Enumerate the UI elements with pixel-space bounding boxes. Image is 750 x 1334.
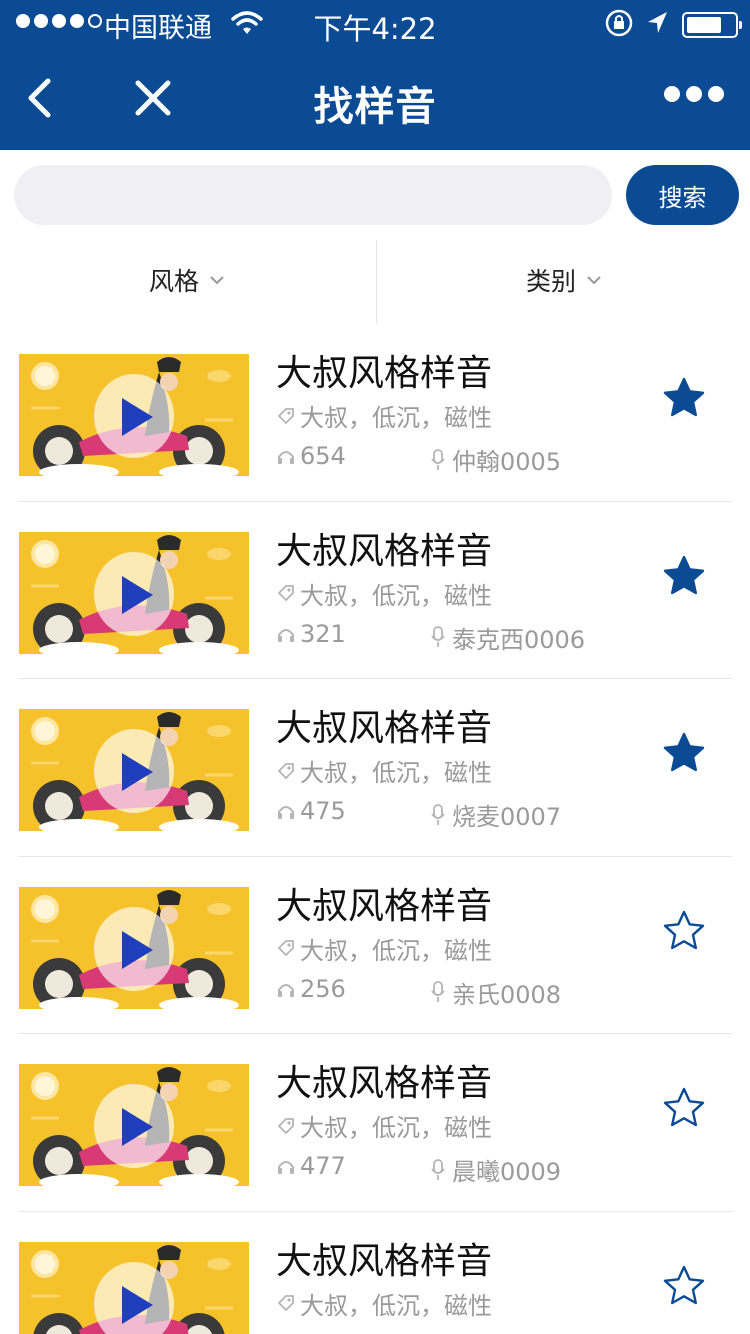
search-input[interactable]	[14, 165, 612, 225]
headphones-icon	[278, 451, 294, 464]
play-count: 256	[276, 975, 346, 1003]
sample-tags: 大叔，低沉，磁性	[276, 931, 492, 966]
sample-author: 仲翰0005	[430, 442, 561, 477]
list-item[interactable]: 大叔风格样音 大叔，低沉，磁性 256 亲氏0008	[0, 857, 750, 1034]
list-item[interactable]: 大叔风格样音 大叔，低沉，磁性 321 泰克西0006	[0, 502, 750, 679]
sample-author-name: 仲翰0005	[452, 448, 562, 476]
sample-title: 大叔风格样音	[276, 1240, 493, 1282]
tag-icon	[277, 762, 294, 779]
sample-list: 大叔风格样音 大叔，低沉，磁性 654 仲翰0005 大叔风格样音 大叔，低沉，…	[0, 324, 750, 1334]
style-filter-dropdown[interactable]: 风格	[149, 262, 225, 298]
uncle-motorcycle-illustration	[19, 701, 249, 831]
sample-author: 亲氏0008	[430, 975, 561, 1010]
microphone-icon	[431, 981, 445, 1002]
uncle-motorcycle-illustration	[19, 1056, 249, 1186]
sample-tags-text: 大叔，低沉，磁性	[300, 759, 492, 787]
play-count-value: 475	[300, 797, 346, 825]
more-options-icon[interactable]	[664, 86, 724, 102]
sample-tags: 大叔，低沉，磁性	[276, 1286, 492, 1321]
microphone-icon	[431, 626, 445, 647]
sample-tags-text: 大叔，低沉，磁性	[300, 404, 492, 432]
page-title: 找样音	[313, 84, 437, 130]
play-count: 321	[276, 620, 346, 648]
sample-thumbnail[interactable]	[19, 1233, 249, 1334]
status-time: 下午4:22	[313, 12, 437, 46]
play-count: 477	[276, 1152, 346, 1180]
chevron-down-icon	[210, 276, 224, 285]
sample-tags: 大叔，低沉，磁性	[276, 753, 492, 788]
sample-author: 晨曦0009	[430, 1152, 561, 1187]
location-arrow-icon	[648, 12, 667, 33]
sample-tags-text: 大叔，低沉，磁性	[300, 1291, 492, 1320]
play-count-value: 256	[300, 974, 346, 1003]
sample-title: 大叔风格样音	[276, 530, 493, 572]
play-count-value: 654	[300, 442, 346, 470]
list-item[interactable]: 大叔风格样音 大叔，低沉，磁性	[0, 1212, 750, 1334]
tag-icon	[277, 585, 294, 602]
list-item[interactable]: 大叔风格样音 大叔，低沉，磁性 654 仲翰0005	[0, 324, 750, 502]
category-filter-dropdown[interactable]: 类别	[526, 262, 602, 298]
sample-author-name: 晨曦0009	[452, 1158, 562, 1186]
sample-tags-text: 大叔，低沉，磁性	[300, 581, 492, 610]
microphone-icon	[431, 1158, 445, 1180]
sample-thumbnail[interactable]	[19, 346, 249, 476]
style-filter-label: 风格	[149, 267, 200, 296]
sample-thumbnail[interactable]	[19, 523, 249, 654]
play-count-value: 321	[300, 619, 346, 648]
uncle-motorcycle-illustration	[19, 878, 249, 1009]
sample-title: 大叔风格样音	[276, 1063, 493, 1104]
navigation-bar: 找样音	[0, 48, 750, 150]
list-item[interactable]: 大叔风格样音 大叔，低沉，磁性 477 晨曦0009	[0, 1034, 750, 1212]
headphones-icon	[278, 983, 294, 997]
uncle-motorcycle-illustration	[19, 346, 249, 476]
play-count: 654	[276, 442, 346, 470]
sample-title: 大叔风格样音	[276, 708, 493, 749]
tag-icon	[277, 940, 294, 957]
uncle-motorcycle-illustration	[19, 1233, 249, 1334]
microphone-icon	[431, 803, 445, 825]
sample-author-name: 泰克西0006	[452, 625, 586, 654]
headphones-icon	[278, 806, 294, 819]
list-item[interactable]: 大叔风格样音 大叔，低沉，磁性 475 烧麦0007	[0, 679, 750, 857]
sample-tags: 大叔，低沉，磁性	[276, 398, 492, 433]
favorite-star-icon[interactable]	[662, 909, 706, 953]
favorite-star-icon[interactable]	[662, 554, 706, 598]
filter-bar: 风格 类别	[0, 240, 750, 324]
sample-thumbnail[interactable]	[19, 701, 249, 831]
uncle-motorcycle-illustration	[19, 523, 249, 654]
status-bar: 中国联通 下午4:22	[0, 0, 750, 48]
sample-author-name: 亲氏0008	[452, 980, 562, 1009]
sample-author: 烧麦0007	[430, 797, 561, 832]
microphone-icon	[431, 448, 445, 470]
headphones-icon	[278, 628, 294, 642]
rotation-lock-icon	[605, 9, 633, 37]
favorite-star-icon[interactable]	[662, 376, 706, 420]
sample-title: 大叔风格样音	[276, 885, 493, 927]
battery-icon	[682, 12, 742, 38]
sample-tags: 大叔，低沉，磁性	[276, 576, 492, 611]
tag-icon	[277, 1117, 294, 1134]
category-filter-label: 类别	[526, 267, 577, 296]
tag-icon	[277, 407, 294, 424]
filter-divider	[376, 240, 377, 324]
headphones-icon	[278, 1161, 294, 1174]
sample-title: 大叔风格样音	[276, 353, 493, 394]
search-button[interactable]: 搜索	[626, 165, 739, 225]
favorite-star-icon[interactable]	[662, 1086, 706, 1130]
sample-tags-text: 大叔，低沉，磁性	[300, 1114, 492, 1142]
favorite-star-icon[interactable]	[662, 731, 706, 775]
play-count: 475	[276, 797, 346, 825]
sample-author-name: 烧麦0007	[452, 803, 562, 831]
sample-thumbnail[interactable]	[19, 878, 249, 1009]
sample-tags: 大叔，低沉，磁性	[276, 1108, 492, 1143]
play-count-value: 477	[300, 1152, 346, 1180]
favorite-star-icon[interactable]	[662, 1264, 706, 1308]
sample-tags-text: 大叔，低沉，磁性	[300, 936, 492, 965]
sample-author: 泰克西0006	[430, 620, 585, 655]
chevron-down-icon	[587, 276, 601, 285]
sample-thumbnail[interactable]	[19, 1056, 249, 1186]
top-bar: 中国联通 下午4:22 找样音	[0, 0, 750, 150]
tag-icon	[277, 1295, 294, 1312]
